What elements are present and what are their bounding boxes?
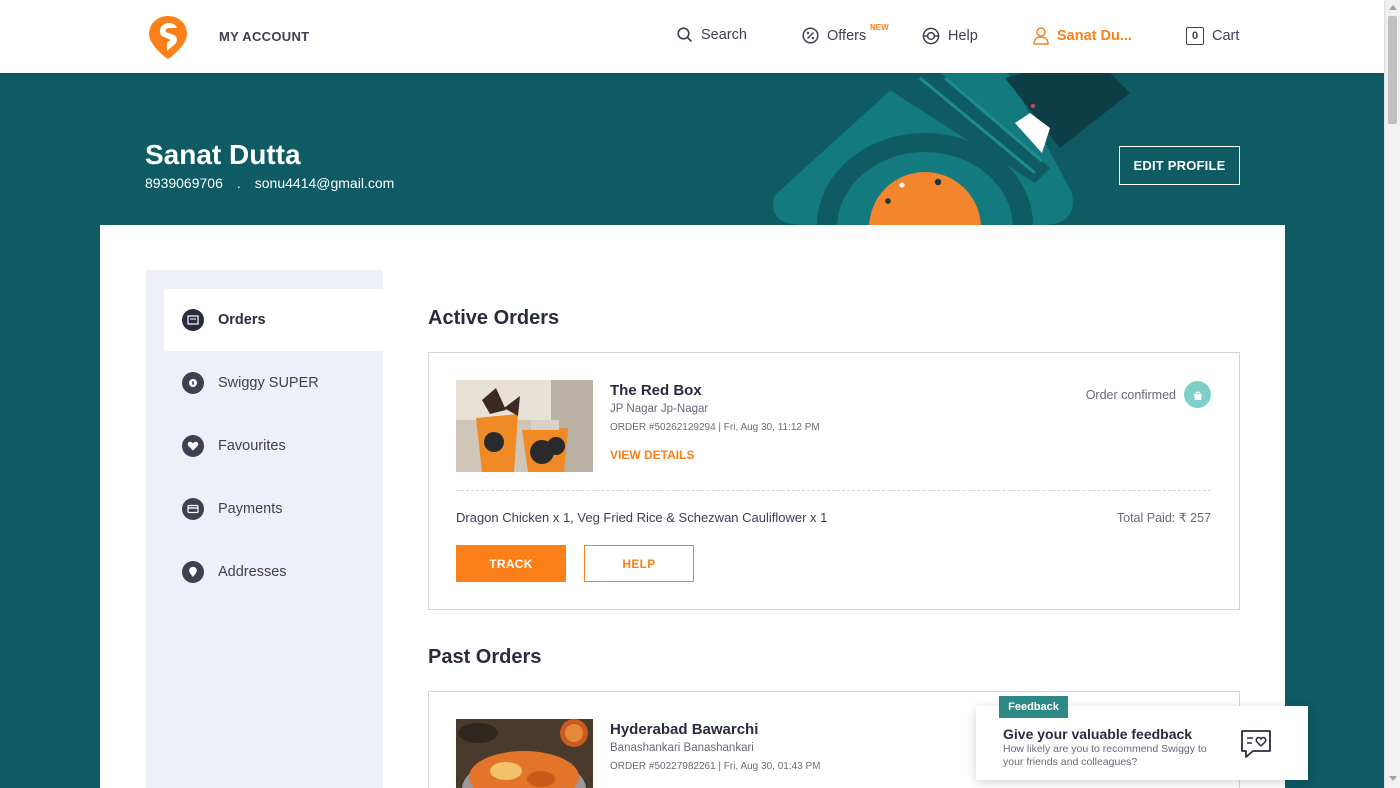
sidebar-item-label: Favourites [218,438,286,454]
sidebar-item-label: Addresses [218,564,287,580]
banner-illustration [773,73,1130,228]
past-orders-title: Past Orders [428,646,542,668]
nav-help-label: Help [948,28,978,44]
restaurant-name: The Red Box [610,382,702,399]
nav-cart[interactable]: 0 Cart [1186,27,1239,45]
feedback-tag: Feedback [999,696,1068,718]
track-button[interactable]: TRACK [456,545,566,582]
profile-phone: 8939069706 [145,175,223,191]
contact-separator: . [236,175,241,191]
account-panel: Orders Swiggy SUPER Favourites Payments … [100,225,1285,788]
sidebar-item-label: Swiggy SUPER [218,375,319,391]
nav-user[interactable]: Sanat Du... [1033,27,1132,45]
cart-icon: 0 [1186,27,1204,45]
edit-profile-button[interactable]: EDIT PROFILE [1119,146,1240,185]
cart-count: 0 [1191,30,1199,42]
feedback-subtitle: How likely are you to recommend Swiggy t… [1003,743,1207,768]
scroll-up-arrow-icon[interactable] [1389,5,1397,10]
search-icon [677,27,693,43]
sidebar-item-swiggy-super[interactable]: Swiggy SUPER [164,352,383,414]
feedback-widget[interactable]: Feedback Give your valuable feedback How… [976,696,1308,780]
profile-email: sonu4414@gmail.com [254,175,395,191]
card-icon [182,498,204,520]
feedback-chat-icon[interactable] [1239,728,1273,760]
nav-offers-label: Offers [827,27,867,44]
order-total: Total Paid: ₹ 257 [1116,511,1211,525]
nav-search[interactable]: Search [677,27,747,43]
profile-name: Sanat Dutta [145,139,301,170]
order-confirmed-icon [1184,381,1211,408]
nav-cart-label: Cart [1212,28,1240,44]
heart-icon [182,435,204,457]
restaurant-name: Hyderabad Bawarchi [610,721,759,738]
profile-contact: 8939069706 . sonu4414@gmail.com [145,175,394,191]
sidebar-item-orders[interactable]: Orders [164,289,383,351]
order-status-text: Order confirmed [1085,388,1176,402]
scroll-thumb[interactable] [1388,16,1397,124]
offers-icon [802,27,819,44]
order-divider [456,490,1211,491]
nav-offers[interactable]: Offers NEW [802,23,889,44]
account-sidebar: Orders Swiggy SUPER Favourites Payments … [146,270,383,788]
sidebar-item-addresses[interactable]: Addresses [164,541,383,603]
help-icon [922,27,940,45]
active-order-card: The Red Box JP Nagar Jp-Nagar ORDER #502… [428,352,1240,610]
sidebar-item-label: Payments [218,501,283,517]
user-icon [1033,27,1049,45]
location-icon [182,561,204,583]
nav-help[interactable]: Help [922,27,978,45]
feedback-title: Give your valuable feedback [1003,726,1193,742]
nav-user-label: Sanat Du... [1057,28,1132,44]
view-details-link[interactable]: VIEW DETAILS [610,448,694,462]
top-header: MY ACCOUNT Search Offers NEW Help Sanat … [0,0,1384,73]
sidebar-item-favourites[interactable]: Favourites [164,415,383,477]
scroll-down-arrow-icon[interactable] [1389,776,1397,781]
sidebar-item-label: Orders [218,312,266,328]
sidebar-item-payments[interactable]: Payments [164,478,383,540]
swiggy-logo[interactable] [145,14,191,60]
page-scrollbar[interactable] [1384,0,1400,788]
order-number-date: ORDER #50227982261 | Fri, Aug 30, 01:43 … [610,761,821,772]
page-title: MY ACCOUNT [219,29,310,44]
orders-icon [182,309,204,331]
nav-search-label: Search [701,27,747,43]
restaurant-image [456,719,593,788]
super-icon [182,372,204,394]
order-number-date: ORDER #50262129294 | Fri, Aug 30, 11:12 … [610,422,820,433]
order-items: Dragon Chicken x 1, Veg Fried Rice & Sch… [456,510,828,525]
new-badge: NEW [870,23,889,32]
restaurant-image [456,380,593,472]
active-orders-title: Active Orders [428,307,560,329]
restaurant-area: Banashankari Banashankari [610,742,754,754]
order-help-button[interactable]: HELP [584,545,694,582]
restaurant-area: JP Nagar Jp-Nagar [610,403,709,415]
